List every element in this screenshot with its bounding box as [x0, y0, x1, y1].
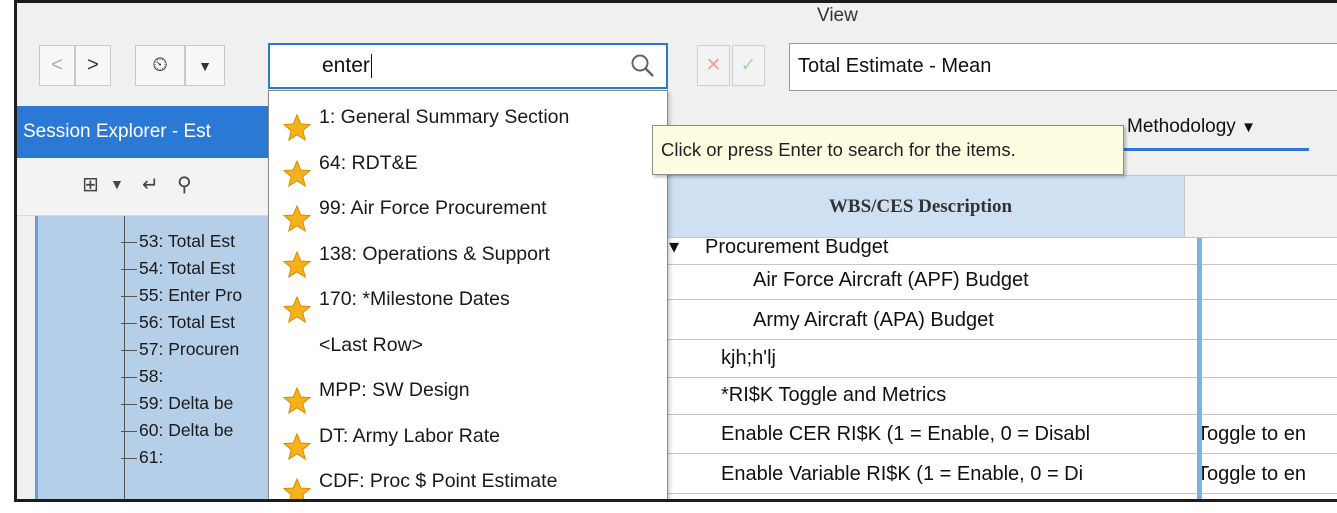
tree-structure-icon[interactable]: ⊞	[82, 172, 99, 197]
wbs-grid: WBS/CES Description ▾ Procurement Budget A…	[657, 175, 1337, 499]
row-description-text: Army Aircraft (APA) Budget	[753, 309, 994, 331]
search-result-label: MPP: SW Design	[319, 379, 470, 401]
filter-icon[interactable]: ⚲	[177, 172, 192, 197]
star-icon	[282, 250, 312, 280]
forward-icon: >	[87, 54, 99, 76]
search-result-item[interactable]: 1: General Summary Section	[269, 97, 667, 143]
search-result-item[interactable]: 99: Air Force Procurement	[269, 188, 667, 234]
star-icon	[282, 432, 312, 462]
column-separator[interactable]	[1197, 238, 1202, 499]
tab-methodology-label: Methodology	[1127, 116, 1236, 137]
check-icon: ✓	[740, 55, 757, 76]
table-row[interactable]: Enable Variable RI$K (1 = Enable, 0 = Di…	[657, 456, 1337, 494]
row-description: ▾ Procurement Budget	[669, 234, 889, 259]
search-result-label: 138: Operations & Support	[319, 242, 550, 265]
accept-edit-button[interactable]: ✓	[732, 45, 765, 86]
table-row[interactable]: ▾ Procurement Budget	[657, 227, 1337, 265]
forward-button[interactable]: >	[75, 45, 111, 86]
search-tooltip: Click or press Enter to search for the i…	[652, 125, 1124, 175]
search-result-label: 170: *Milestone Dates	[319, 288, 510, 310]
back-button[interactable]: <	[39, 45, 75, 86]
expand-toggle-icon[interactable]: ▾	[669, 236, 679, 258]
row-description: *RI$K Toggle and Metrics	[721, 384, 946, 407]
search-result-item[interactable]: CDF: Proc $ Point Estimate	[269, 461, 667, 499]
row-note: Toggle to en	[1197, 463, 1306, 485]
search-result-item[interactable]: MPP: SW Design	[269, 370, 667, 416]
table-row[interactable]: Enable CER RI$K (1 = Enable, 0 = Disabl T…	[657, 416, 1337, 454]
search-result-item[interactable]: 64: RDT&E	[269, 143, 667, 187]
search-result-label: DT: Army Labor Rate	[319, 424, 500, 447]
search-results-dropdown: 1: General Summary Section 64: RDT&E 99: A…	[268, 90, 668, 499]
star-icon	[282, 477, 312, 499]
star-icon	[282, 159, 312, 189]
active-tab-indicator	[1119, 148, 1309, 151]
row-description-text: Air Force Aircraft (APF) Budget	[753, 269, 1029, 291]
tree-item[interactable]: 59: Delta be	[121, 393, 233, 419]
table-row[interactable]: kjh;h'lj	[657, 340, 1337, 378]
tree-item[interactable]: 60: Delta be	[121, 420, 233, 446]
search-result-item[interactable]: DT: Army Labor Rate	[269, 416, 667, 460]
row-description-text: Enable CER RI$K (1 = Enable, 0 = Disabl	[721, 423, 1091, 445]
row-description: Air Force Aircraft (APF) Budget	[753, 269, 1029, 292]
search-result-item[interactable]: 170: *Milestone Dates	[269, 279, 667, 325]
search-result-label: 64: RDT&E	[319, 151, 418, 174]
row-description-text: Procurement Budget	[705, 236, 889, 258]
search-result-label: 99: Air Force Procurement	[319, 197, 547, 219]
row-description: kjh;h'lj	[721, 347, 776, 370]
session-explorer-title: Session Explorer - Est	[23, 121, 211, 142]
tree-item[interactable]: 54: Total Est	[121, 258, 235, 284]
table-row[interactable]: *RI$K Toggle and Metrics	[657, 377, 1337, 415]
back-icon: <	[51, 54, 63, 76]
row-description: Enable CER RI$K (1 = Enable, 0 = Disabl	[721, 423, 1090, 446]
chevron-down-icon[interactable]: ▼	[110, 176, 124, 192]
session-explorer-header[interactable]: Session Explorer - Est	[17, 106, 272, 158]
cancel-edit-button[interactable]: ✕	[697, 45, 730, 86]
view-ribbon-label: View	[817, 5, 858, 26]
clock-icon: ⏲	[152, 54, 168, 76]
search-result-item[interactable]: <Last Row>	[269, 325, 667, 369]
row-description: Enable Variable RI$K (1 = Enable, 0 = Di	[721, 463, 1083, 486]
search-icon[interactable]	[630, 53, 656, 79]
tree-item[interactable]: 53: Total Est	[121, 231, 235, 257]
tree-item[interactable]: 55: Enter Pro	[121, 285, 242, 311]
application-window: View < > ⏲ ▼ enter ✕ ✓ Total Estimate - …	[14, 0, 1337, 502]
search-result-label: 1: General Summary Section	[319, 106, 570, 128]
search-result-item[interactable]: 138: Operations & Support	[269, 234, 667, 278]
close-icon: ✕	[705, 55, 722, 76]
star-icon	[282, 113, 312, 143]
row-note: Toggle to en	[1197, 423, 1306, 445]
star-icon	[282, 204, 312, 234]
formula-input[interactable]: Total Estimate - Mean	[789, 43, 1337, 91]
search-result-label: CDF: Proc $ Point Estimate	[319, 470, 558, 492]
collapse-level-icon[interactable]: ↵	[142, 172, 159, 197]
history-button[interactable]: ⏲	[135, 45, 185, 86]
tree-item[interactable]: 56: Total Est	[121, 312, 235, 338]
tree-item[interactable]: 61:	[121, 447, 163, 473]
search-input[interactable]: enter	[268, 43, 668, 89]
row-description-text: Enable Variable RI$K (1 = Enable, 0 = Di	[721, 463, 1084, 485]
row-description-text: kjh;h'lj	[721, 347, 776, 369]
table-row[interactable]: Air Force Aircraft (APF) Budget	[657, 262, 1337, 300]
tab-methodology[interactable]: Methodology ▼	[1127, 116, 1256, 138]
search-input-value: enter	[322, 54, 370, 77]
formula-value: Total Estimate - Mean	[798, 55, 992, 77]
star-icon	[282, 386, 312, 416]
tree-item[interactable]: 57: Procuren	[121, 339, 239, 365]
row-description-text: *RI$K Toggle and Metrics	[721, 384, 947, 406]
chevron-down-icon: ▼	[198, 57, 212, 74]
text-caret	[370, 54, 372, 79]
row-description: Army Aircraft (APA) Budget	[753, 309, 994, 332]
star-icon	[282, 295, 312, 325]
table-row[interactable]: Army Aircraft (APA) Budget	[657, 302, 1337, 340]
chevron-down-icon: ▼	[1241, 119, 1256, 136]
search-result-label: <Last Row>	[319, 333, 424, 356]
history-dropdown-button[interactable]: ▼	[185, 45, 225, 86]
tree-item[interactable]: 58:	[121, 366, 163, 392]
